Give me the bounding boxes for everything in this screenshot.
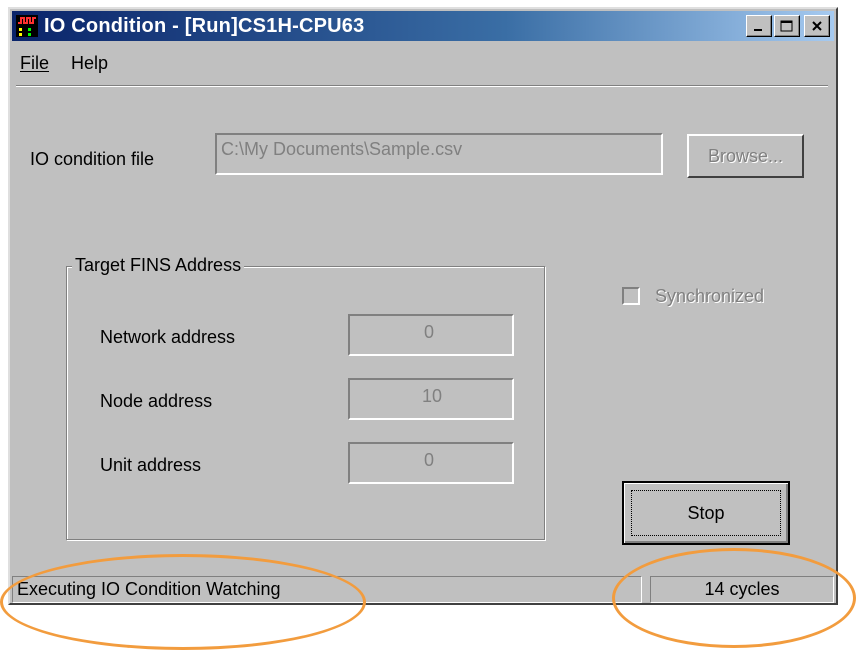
network-address-field[interactable]: 0	[348, 314, 514, 356]
close-icon	[812, 21, 822, 31]
pulse-waveform-icon	[16, 15, 38, 37]
menu-bar: File Help	[20, 53, 108, 74]
annotation-ellipse-status	[0, 554, 366, 650]
synchronized-checkbox[interactable]	[622, 287, 640, 305]
node-address-label: Node address	[100, 391, 213, 411]
io-condition-file-input[interactable]: C:\My Documents\Sample.csv	[215, 133, 663, 175]
unit-address-label: Unit address	[100, 455, 202, 475]
window-title: IO Condition - [Run]CS1H-CPU63	[44, 14, 365, 37]
minimize-icon	[754, 29, 762, 31]
close-button[interactable]	[804, 15, 830, 37]
browse-button[interactable]: Browse...	[687, 134, 804, 178]
stop-focus-rect: Stop	[631, 490, 781, 536]
io-condition-window: IO Condition - [Run]CS1H-CPU63 File Help…	[8, 7, 838, 605]
network-address-label: Network address	[100, 327, 236, 347]
title-bar[interactable]: IO Condition - [Run]CS1H-CPU63	[12, 11, 834, 41]
io-condition-file-label: IO condition file	[30, 149, 155, 169]
synchronized-label: Synchronized	[655, 286, 765, 306]
menu-separator	[16, 85, 828, 87]
window-controls	[746, 15, 830, 37]
group-title: Target FINS Address	[72, 255, 245, 276]
unit-address-field[interactable]: 0	[348, 442, 514, 484]
node-address-field[interactable]: 10	[348, 378, 514, 420]
maximize-icon	[780, 20, 793, 32]
stop-button[interactable]: Stop	[622, 481, 790, 545]
menu-help[interactable]: Help	[71, 53, 108, 74]
menu-file[interactable]: File	[20, 53, 49, 74]
stop-label: Stop	[687, 502, 725, 523]
annotation-ellipse-cycles	[612, 548, 856, 648]
maximize-button[interactable]	[774, 15, 800, 37]
minimize-button[interactable]	[746, 15, 772, 37]
